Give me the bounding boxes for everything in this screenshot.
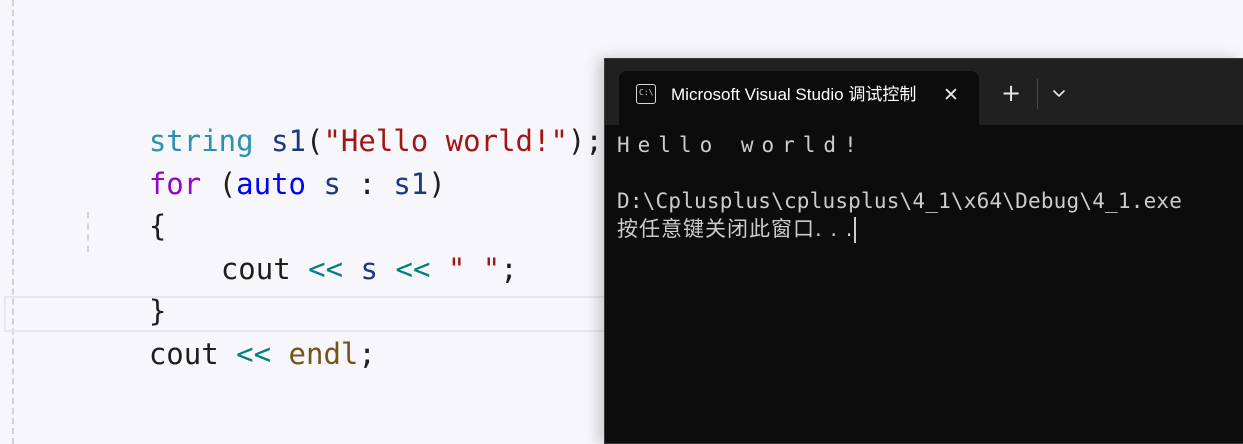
identifier: cout xyxy=(148,337,219,371)
terminal-icon: C:\ xyxy=(636,84,656,104)
code-line-1[interactable]: string s1("Hello world!"); xyxy=(79,81,603,158)
output-line-2: D:\Cplusplus\cplusplus\4_1\x64\Debug\4_1… xyxy=(617,189,1183,213)
console-tab[interactable]: C:\ Microsoft Visual Studio 调试控制台 ✕ xyxy=(619,71,979,125)
code-line-5[interactable]: } xyxy=(79,251,166,328)
debug-console-window[interactable]: C:\ Microsoft Visual Studio 调试控制台 ✕ + He… xyxy=(604,58,1243,444)
operator: << xyxy=(308,252,344,286)
code-line-4[interactable]: cout << s << " "; xyxy=(151,209,518,286)
titlebar-divider xyxy=(1037,79,1038,109)
function-name: endl xyxy=(288,337,359,371)
code-line-2[interactable]: for (auto s : s1) xyxy=(79,124,446,201)
console-titlebar[interactable]: C:\ Microsoft Visual Studio 调试控制台 ✕ + xyxy=(605,59,1243,125)
variable-name: s1 xyxy=(393,167,429,201)
plus-icon[interactable]: + xyxy=(997,79,1025,107)
output-line-3: 按任意键关闭此窗口. . . xyxy=(617,215,857,243)
chevron-down-icon[interactable] xyxy=(1045,79,1073,107)
press-any-key-text: 按任意键关闭此窗口. . . xyxy=(617,217,854,241)
variable-name: s xyxy=(360,252,379,286)
keyword: auto xyxy=(236,167,306,201)
variable-name: s xyxy=(323,167,341,201)
tab-title: Microsoft Visual Studio 调试控制台 xyxy=(671,85,917,104)
code-line-6[interactable]: cout << endl; xyxy=(79,294,376,371)
identifier: cout xyxy=(220,252,291,286)
operator: << xyxy=(236,337,272,371)
operator: << xyxy=(395,252,431,286)
indent-guide xyxy=(12,0,14,444)
string-literal: " " xyxy=(447,252,501,286)
terminal-icon-text: C:\ xyxy=(639,88,654,97)
close-icon[interactable]: ✕ xyxy=(937,81,965,109)
output-line-1: Hello world! xyxy=(617,133,865,157)
code-line-3[interactable]: { xyxy=(79,166,166,243)
text-cursor xyxy=(854,217,857,243)
